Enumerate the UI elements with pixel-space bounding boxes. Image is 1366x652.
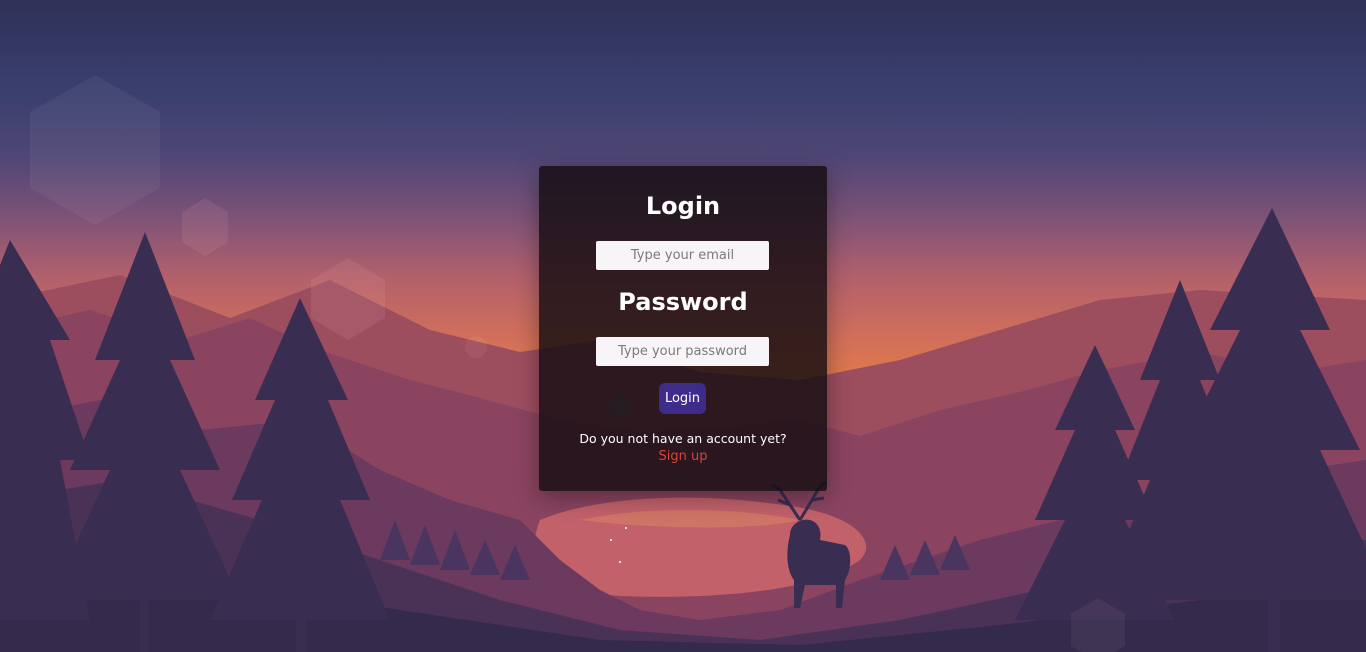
background-landscape: Login Password Login Do you not have an … [0, 0, 1366, 652]
login-button[interactable]: Login [659, 383, 706, 414]
password-title: Password [618, 288, 748, 316]
email-input[interactable] [596, 241, 769, 270]
signup-link[interactable]: Sign up [539, 449, 827, 464]
login-card: Login Password Login Do you not have an … [539, 166, 827, 491]
password-input[interactable] [596, 337, 769, 366]
login-title: Login [645, 192, 721, 220]
signup-prompt: Do you not have an account yet? [579, 431, 787, 446]
bokeh-light [465, 336, 487, 358]
